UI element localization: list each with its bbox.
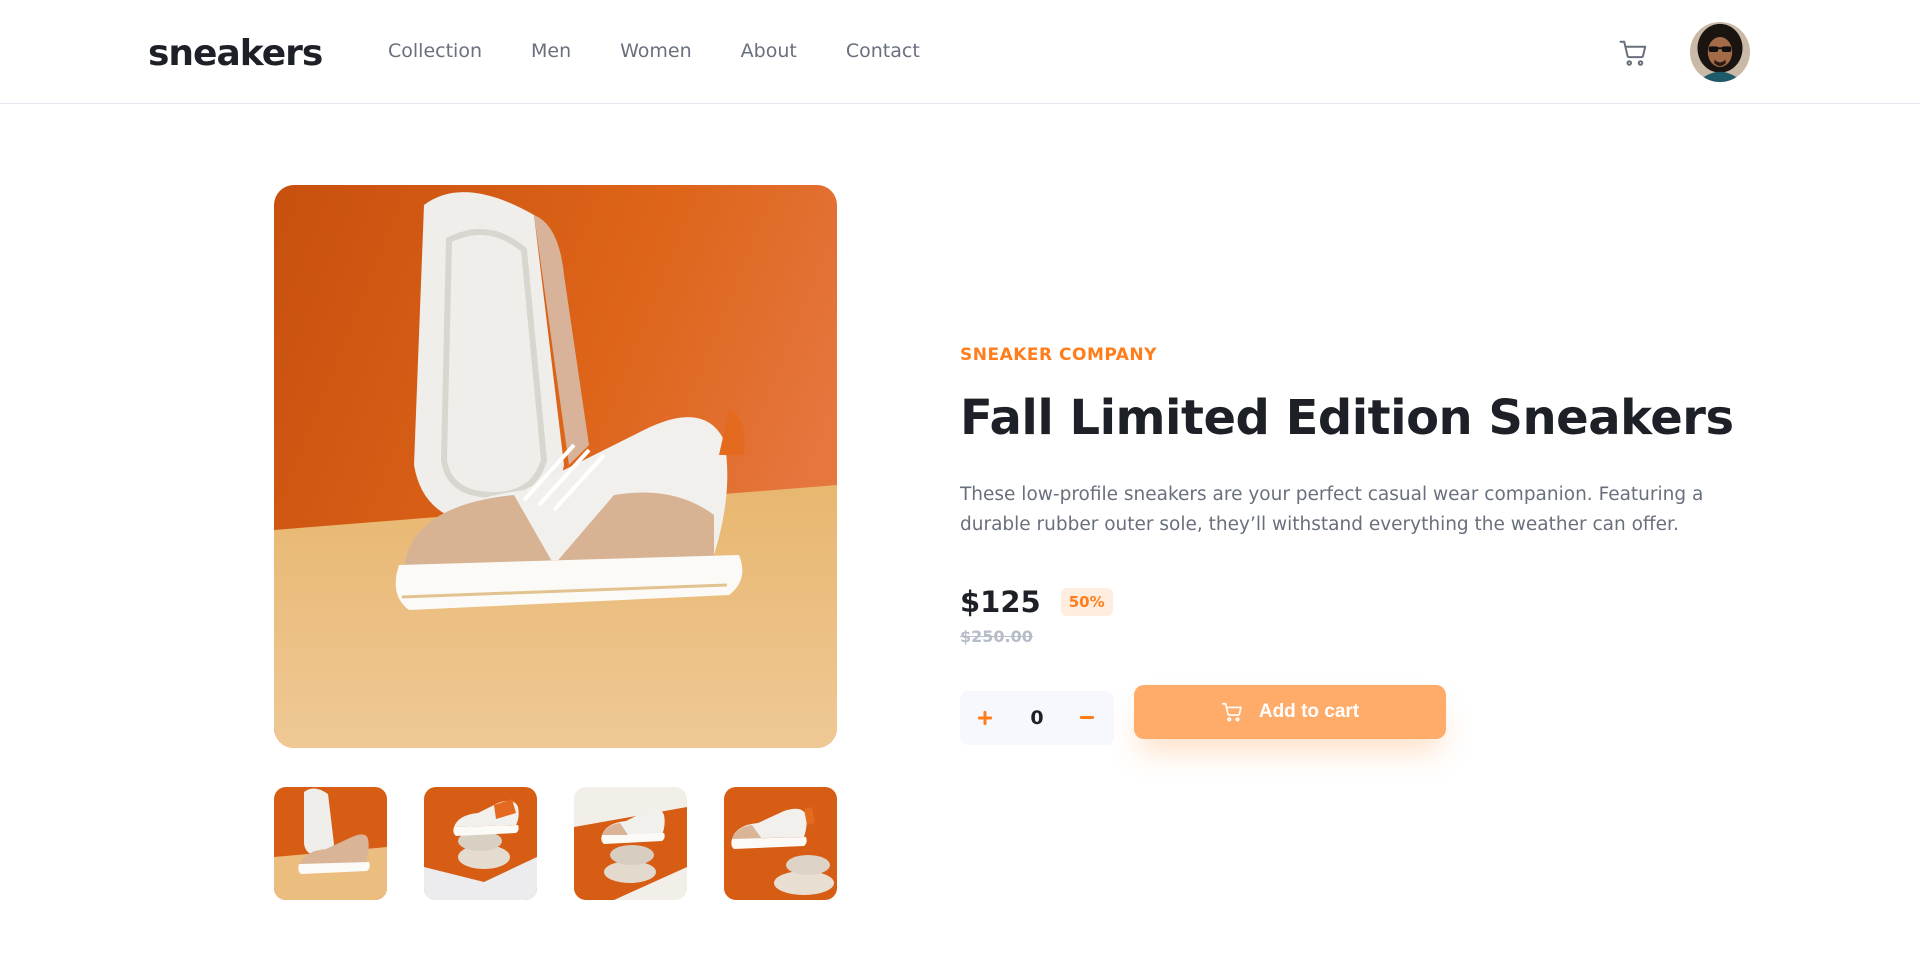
nav-link-women[interactable]: Women — [620, 37, 692, 65]
user-avatar[interactable] — [1688, 20, 1752, 84]
plus-icon — [978, 711, 992, 725]
add-to-cart-button[interactable]: Add to cart — [1134, 685, 1446, 739]
cart-icon — [1619, 40, 1647, 66]
sneaker-photo — [274, 185, 837, 748]
avatar-image — [1690, 22, 1750, 82]
logo[interactable]: sneakers — [148, 30, 323, 78]
thumbnail-image — [574, 787, 687, 900]
thumbnail-strip — [274, 787, 837, 900]
product-thumbnail-4[interactable] — [724, 787, 837, 900]
main-nav: Collection Men Women About Contact — [388, 37, 969, 65]
nav-link-about[interactable]: About — [741, 37, 797, 65]
company-name: SNEAKER COMPANY — [960, 345, 1157, 365]
product-title: Fall Limited Edition Sneakers — [960, 390, 1734, 446]
cart-button[interactable] — [1618, 38, 1648, 68]
product-main-image[interactable] — [274, 185, 837, 748]
minus-icon — [1080, 716, 1094, 719]
product-thumbnail-2[interactable] — [424, 787, 537, 900]
site-header: sneakers Collection Men Women About Cont… — [0, 0, 1920, 104]
quantity-increase-button[interactable] — [968, 701, 1002, 735]
original-price: $250.00 — [960, 627, 1033, 646]
quantity-stepper: 0 — [960, 691, 1114, 745]
product-description: These low-profile sneakers are your perf… — [960, 484, 1704, 535]
nav-link-collection[interactable]: Collection — [388, 37, 482, 65]
quantity-value[interactable]: 0 — [1015, 691, 1059, 745]
add-to-cart-label: Add to cart — [1258, 701, 1360, 722]
cart-icon — [1221, 702, 1242, 722]
nav-link-contact[interactable]: Contact — [846, 37, 920, 65]
price-row: $125 50% — [960, 584, 1113, 620]
thumbnail-image — [274, 787, 387, 900]
thumbnail-image — [424, 787, 537, 900]
thumbnail-image — [724, 787, 837, 900]
nav-link-men[interactable]: Men — [531, 37, 571, 65]
product-thumbnail-3[interactable] — [574, 787, 687, 900]
product-thumbnail-1[interactable] — [274, 787, 387, 900]
quantity-decrease-button[interactable] — [1070, 701, 1104, 735]
current-price: $125 — [960, 585, 1041, 619]
discount-badge: 50% — [1060, 588, 1113, 616]
